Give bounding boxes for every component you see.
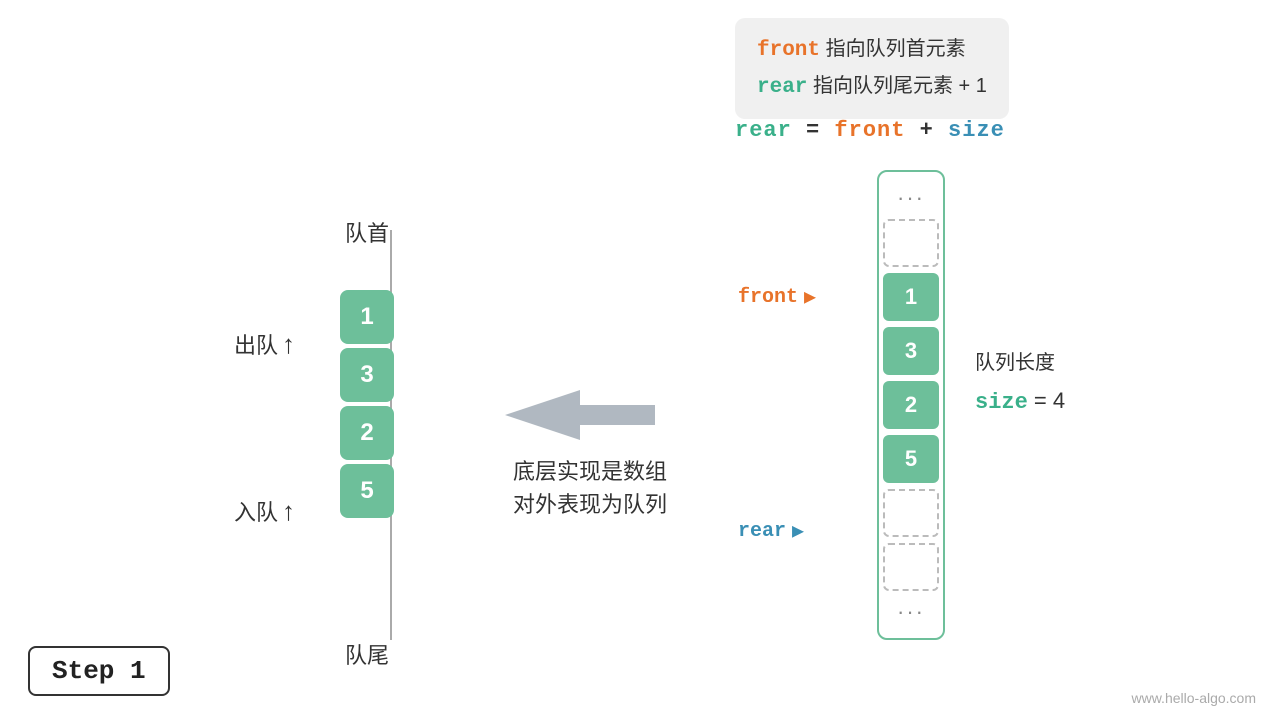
right-cell-4: 5 (883, 435, 939, 483)
left-cell-3: 2 (340, 406, 394, 460)
legend-rear-keyword: rear (757, 76, 807, 99)
empty-cell-mid (883, 489, 939, 537)
center-text: 底层实现是数组 对外表现为队列 (490, 455, 690, 521)
dequeue-label: 出队 ↑ (234, 328, 295, 360)
dequeue-text: 出队 (234, 328, 278, 360)
right-cell-3: 2 (883, 381, 939, 429)
center-text-line2: 对外表现为队列 (490, 488, 690, 521)
left-cell-4: 5 (340, 464, 394, 518)
bot-dots: ··· (881, 594, 941, 630)
arrow-svg (500, 385, 660, 445)
queue-length-formula: size = 4 (975, 381, 1065, 423)
formula-equals: = (792, 118, 835, 143)
legend-box: front 指向队列首元素 rear 指向队列尾元素 + 1 (735, 18, 1009, 119)
rear-pointer-label: rear ▶ (738, 518, 804, 544)
legend-line2-text: 指向队列尾元素 + 1 (807, 75, 986, 97)
enqueue-arrow-icon: ↑ (282, 496, 295, 527)
formula-rear: rear (735, 118, 792, 143)
front-keyword: front (738, 286, 798, 309)
right-cell-2: 3 (883, 327, 939, 375)
rear-keyword: rear (738, 520, 786, 543)
queue-length-title: 队列长度 (975, 345, 1065, 381)
left-cell-1: 1 (340, 290, 394, 344)
right-cell-1: 1 (883, 273, 939, 321)
left-cell-2: 3 (340, 348, 394, 402)
center-text-line1: 底层实现是数组 (490, 455, 690, 488)
left-queue-cells: 1 3 2 5 (340, 290, 394, 518)
front-pointer-arrow: ▶ (804, 284, 816, 310)
legend-line-1: front 指向队列首元素 (757, 32, 987, 69)
size-keyword: size (975, 390, 1028, 415)
top-dots: ··· (881, 180, 941, 216)
rear-pointer-arrow: ▶ (792, 518, 804, 544)
step-label: Step 1 (28, 646, 170, 696)
formula-size: size (948, 118, 1005, 143)
formula-plus: + (905, 118, 948, 143)
front-pointer-label: front ▶ (738, 284, 816, 310)
formula-line: rear = front + size (735, 118, 1005, 143)
empty-cell-bot (883, 543, 939, 591)
formula-front: front (834, 118, 905, 143)
size-equals: = 4 (1028, 388, 1065, 413)
enqueue-text: 入队 (234, 495, 278, 527)
legend-line1-text: 指向队列首元素 (820, 38, 966, 60)
dequeue-arrow-icon: ↑ (282, 329, 295, 360)
center-arrow (490, 380, 670, 450)
queue-length-section: 队列长度 size = 4 (975, 345, 1065, 423)
enqueue-label: 入队 ↑ (234, 495, 295, 527)
queue-bottom-label: 队尾 (345, 638, 389, 670)
right-array: ··· 1 3 2 5 ··· (877, 170, 945, 640)
legend-front-keyword: front (757, 39, 820, 62)
website-url: www.hello-algo.com (1132, 690, 1257, 706)
queue-top-label: 队首 (345, 216, 389, 248)
empty-cell-top (883, 219, 939, 267)
legend-line-2: rear 指向队列尾元素 + 1 (757, 69, 987, 106)
